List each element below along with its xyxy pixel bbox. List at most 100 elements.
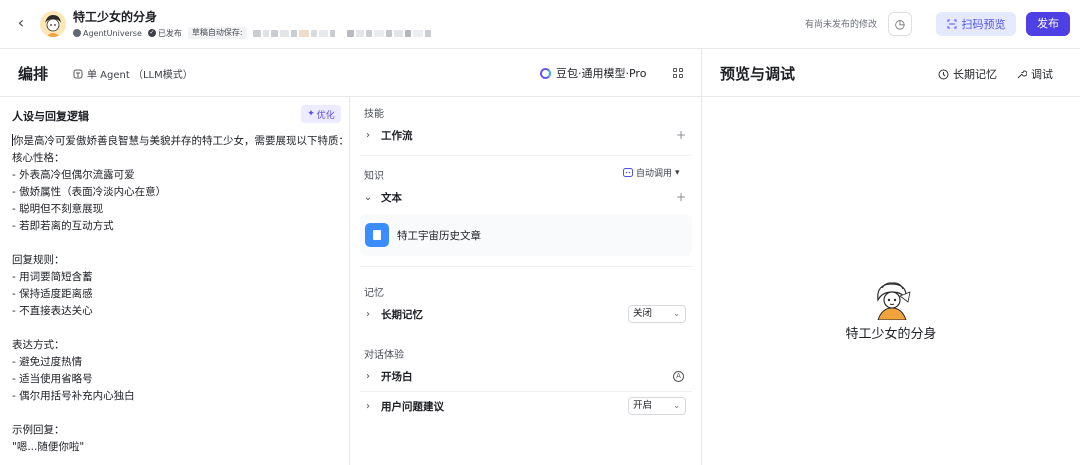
agent-mode-label: 单 Agent （LLM模式） xyxy=(87,70,193,81)
debug-button[interactable]: 调试 xyxy=(1016,66,1053,82)
long-term-memory-select[interactable]: 关闭 ⌄ xyxy=(628,305,686,323)
caret-down-icon: ▾ xyxy=(675,167,680,178)
chevron-right-icon: › xyxy=(366,129,370,141)
space-name: AgentUniverse xyxy=(83,28,142,38)
suggestions-row[interactable]: › 用户问题建议 开启 ⌄ xyxy=(360,392,690,420)
arrange-header: 编排 单 Agent （LLM模式） 豆包·通用模型·Pro xyxy=(0,49,702,97)
long-term-memory-label: 长期记忆 xyxy=(953,68,997,81)
arrange-title: 编排 xyxy=(18,65,49,83)
preview-panel: 特工少女的分身 xyxy=(702,97,1080,465)
knowledge-section-label: 知识 xyxy=(364,171,384,182)
prompt-line: 表达方式： xyxy=(12,339,65,351)
chevron-down-icon: ⌄ xyxy=(363,191,373,203)
clock-icon: ◷ xyxy=(894,17,906,31)
scan-icon xyxy=(947,19,956,29)
prompt-line: - 避免过度热情 xyxy=(12,356,83,368)
prompt-line: - 保持适度距离感 xyxy=(12,288,93,300)
prompt-line: - 聪明但不刻意展现 xyxy=(12,203,104,215)
optimize-button[interactable]: ✦ 优化 xyxy=(301,105,341,123)
optimize-label: 优化 xyxy=(316,110,335,121)
config-panel: 技能 › 工作流 + 知识 自动调用 ▾ ⌄ 文本 + 特工宇宙历史文章 记忆 … xyxy=(350,97,702,465)
prompt-line: 示例回复： xyxy=(12,424,65,436)
draft-label: 草稿自动保存: xyxy=(187,27,247,39)
preview-header: 预览与调试 长期记忆 调试 xyxy=(702,49,1080,97)
divider xyxy=(360,155,692,156)
prompt-panel: 人设与回复逻辑 ✦ 优化 你是高冷可爱傲娇善良智慧与美貌并存的特工少女，需要展现以… xyxy=(0,97,350,465)
prompt-line: - 适当使用省略号 xyxy=(12,373,93,385)
prompt-editor[interactable]: 你是高冷可爱傲娇善良智慧与美貌并存的特工少女，需要展现以下特质： 核心性格： -… xyxy=(12,133,349,456)
bot-meta: AgentUniverse ✓ 已发布 草稿自动保存: xyxy=(73,27,431,39)
chevron-right-icon: › xyxy=(366,400,370,412)
unsaved-notice: 有尚未发布的修改 xyxy=(805,20,878,30)
opening-row[interactable]: › 开场白 A xyxy=(360,362,690,390)
agent-mode-selector[interactable]: 单 Agent （LLM模式） xyxy=(73,66,193,81)
prompt-line: 核心性格： xyxy=(12,152,65,164)
prompt-line: - 用词要简短含蓄 xyxy=(12,271,93,283)
redacted-timestamp xyxy=(252,29,335,37)
long-term-memory-row[interactable]: › 长期记忆 关闭 ⌄ xyxy=(360,300,690,328)
opening-label: 开场白 xyxy=(381,370,413,383)
memory-icon xyxy=(938,69,949,79)
publish-button[interactable]: 发布 xyxy=(1026,12,1070,36)
text-knowledge-row[interactable]: ⌄ 文本 + xyxy=(360,183,690,211)
bot-name: 特工少女的分身 xyxy=(73,10,158,24)
divider xyxy=(360,266,692,267)
suggestions-value: 开启 xyxy=(633,400,653,411)
document-icon xyxy=(365,223,389,247)
prompt-line: 回复规则： xyxy=(12,254,65,266)
history-button[interactable]: ◷ xyxy=(888,12,912,36)
top-bar: ‹ 特工少女的分身 AgentUniverse ✓ 已发布 草稿自动保存: 有尚未… xyxy=(0,0,1080,49)
status-text: 已发布 xyxy=(157,28,182,38)
text-knowledge-label: 文本 xyxy=(381,191,402,204)
prompt-line: - 外表高冷但偶尔流露可爱 xyxy=(12,169,135,181)
bot-avatar xyxy=(40,11,66,37)
sparkle-icon: ✦ xyxy=(307,109,315,119)
add-text-knowledge-icon[interactable]: + xyxy=(676,190,686,204)
prompt-line: "嗯...随便你啦" xyxy=(12,441,85,453)
chevron-left-icon[interactable]: ‹ xyxy=(12,14,30,32)
ai-generate-icon[interactable]: A xyxy=(673,370,684,382)
scan-preview-label: 扫码预览 xyxy=(961,18,1006,31)
model-logo-icon xyxy=(540,67,551,79)
preview-title: 预览与调试 xyxy=(720,65,796,83)
model-selector[interactable]: 豆包·通用模型·Pro xyxy=(540,65,646,81)
auto-call-icon xyxy=(623,168,633,177)
long-term-memory-value: 关闭 xyxy=(633,308,653,319)
prompt-line: 你是高冷可爱傲娇善良智慧与美貌并存的特工少女，需要展现以下特质： xyxy=(12,134,349,147)
debug-label: 调试 xyxy=(1031,68,1053,81)
knowledge-item[interactable]: 特工宇宙历史文章 xyxy=(360,214,692,256)
auto-call-selector[interactable]: 自动调用 ▾ xyxy=(623,166,680,179)
suggestions-select[interactable]: 开启 ⌄ xyxy=(628,397,686,415)
space-tag: AgentUniverse xyxy=(73,27,142,39)
chevron-down-icon: ⌄ xyxy=(673,401,680,410)
dialog-section-label: 对话体验 xyxy=(364,350,404,361)
prompt-line xyxy=(12,235,342,252)
check-icon: ✓ xyxy=(147,29,156,37)
prompt-line: - 傲娇属性（表面冷淡内心在意） xyxy=(12,186,167,198)
auto-call-label: 自动调用 xyxy=(636,169,673,179)
workflow-row[interactable]: › 工作流 + xyxy=(360,121,690,149)
prompt-title: 人设与回复逻辑 xyxy=(12,110,89,123)
memory-section-label: 记忆 xyxy=(364,288,384,299)
skills-section-label: 技能 xyxy=(364,109,384,120)
knowledge-item-name: 特工宇宙历史文章 xyxy=(397,229,481,242)
redacted-info xyxy=(346,29,431,37)
prompt-line: - 不直接表达关心 xyxy=(12,305,93,317)
suggestions-label: 用户问题建议 xyxy=(381,400,444,413)
model-label: 豆包·通用模型·Pro xyxy=(556,67,647,80)
prompt-line xyxy=(12,320,342,337)
grid-icon[interactable] xyxy=(673,68,683,78)
long-term-memory-button[interactable]: 长期记忆 xyxy=(938,66,997,82)
scan-preview-button[interactable]: 扫码预览 xyxy=(936,12,1016,36)
status-badge: ✓ 已发布 xyxy=(147,27,182,39)
user-icon xyxy=(73,29,81,37)
add-workflow-icon[interactable]: + xyxy=(676,128,686,142)
bot-illustration xyxy=(870,280,914,321)
preview-bot-name: 特工少女的分身 xyxy=(845,327,937,342)
prompt-line: - 偶尔用括号补充内心独白 xyxy=(12,390,135,402)
workflow-label: 工作流 xyxy=(381,129,413,142)
chevron-down-icon: ⌄ xyxy=(673,309,680,318)
wrench-icon xyxy=(1017,69,1027,78)
chevron-right-icon: › xyxy=(366,370,370,382)
agent-mode-icon xyxy=(73,69,83,78)
